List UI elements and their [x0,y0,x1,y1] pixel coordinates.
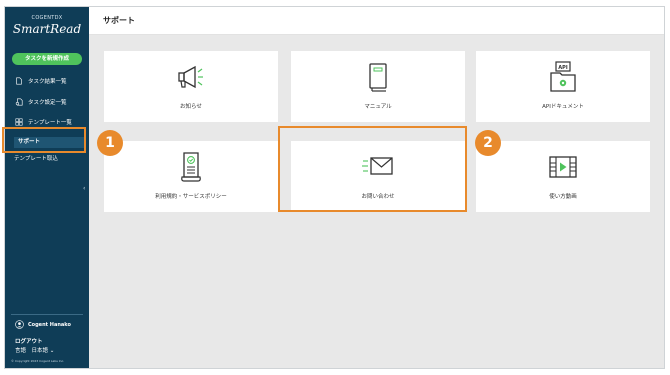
sidebar-item-templates[interactable]: テンプレート一覧 [15,117,72,127]
megaphone-icon [178,65,203,89]
card-label: 使い方動画 [549,194,577,200]
card-label: お知らせ [180,104,202,110]
user-profile[interactable]: Cogent Hanako [15,320,71,329]
card-announcements[interactable]: お知らせ [104,51,278,122]
terms-scroll-icon [181,152,201,182]
brand-company: COGENTDX [31,15,63,21]
api-document-icon: API [550,61,576,92]
document-gear-icon [15,98,23,106]
page-header: サポート [89,7,664,35]
sidebar-item-label: タスク結果一覧 [28,79,67,85]
user-avatar-icon [15,320,24,329]
sidebar: COGENTDX SmartRead タスクを新規作成 タスク結果一覧 タスク設… [5,7,89,368]
collapse-sidebar-icon[interactable]: ‹ [83,185,85,192]
sidebar-divider [11,314,83,315]
card-manual[interactable]: マニュアル [291,51,465,122]
language-select[interactable]: 言語 日本語 ⌄ [15,346,54,354]
logout-link[interactable]: ログアウト [15,337,43,345]
card-terms-policy[interactable]: 利用規約・サービスポリシー [104,141,278,212]
card-label: マニュアル [364,104,392,110]
card-tutorial-videos[interactable]: 使い方動画 [476,141,650,212]
card-label: APIドキュメント [542,104,584,110]
video-icon [549,156,577,178]
screenshot-frame: COGENTDX SmartRead タスクを新規作成 タスク結果一覧 タスク設… [0,0,670,375]
contact-card-highlight [278,126,467,212]
card-label: 利用規約・サービスポリシー [155,194,227,200]
create-task-button[interactable]: タスクを新規作成 [12,53,82,65]
page-title: サポート [103,16,135,25]
document-icon [16,77,22,85]
brand-logo[interactable]: SmartRead [5,22,89,36]
user-name: Cogent Hanako [28,321,71,328]
card-api-documents[interactable]: API APIドキュメント [476,51,650,122]
svg-text:API: API [558,65,568,71]
sidebar-support-highlight [2,127,86,153]
sidebar-item-template-import[interactable]: テンプレート取込 [14,154,58,162]
sidebar-item-task-settings[interactable]: タスク設定一覧 [15,97,67,107]
sidebar-item-task-results[interactable]: タスク結果一覧 [15,76,67,86]
template-grid-icon [15,118,23,126]
copyright-text: © Copyright 2023 Cogent Labs Inc. [11,359,65,363]
manual-book-icon [369,63,387,92]
callout-badge-2: 2 [475,130,501,156]
sidebar-item-label: テンプレート一覧 [28,120,72,126]
sidebar-item-label: タスク設定一覧 [28,100,67,106]
callout-badge-1: 1 [97,130,123,156]
